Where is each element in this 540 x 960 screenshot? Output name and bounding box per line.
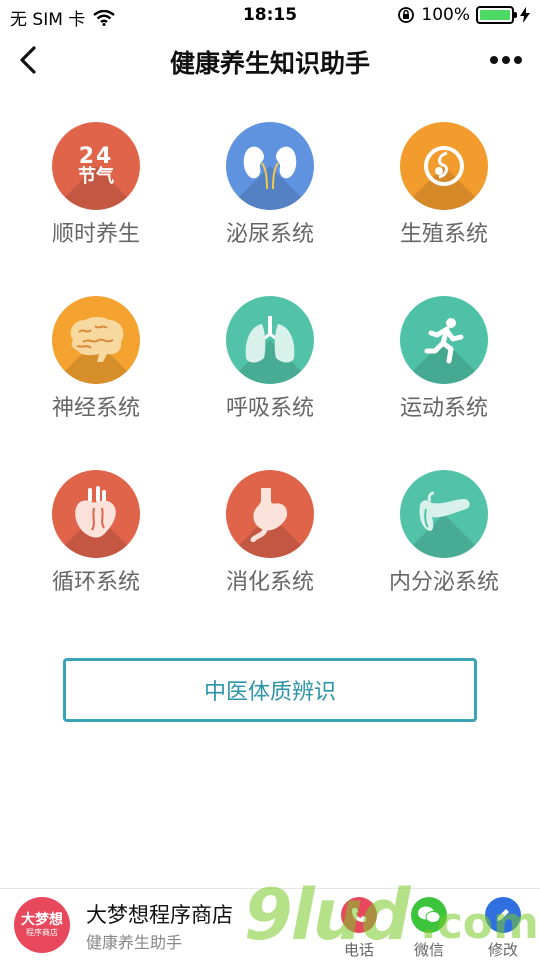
page-title: 健康养生知识助手 — [169, 49, 370, 78]
category-digestive[interactable]: 消化系统 — [180, 460, 360, 620]
pancreas-icon — [419, 491, 470, 531]
kidney-icon — [243, 146, 297, 190]
category-label: 泌尿系统 — [225, 222, 314, 247]
category-label: 呼吸系统 — [225, 396, 314, 421]
category-label: 循环系统 — [51, 570, 140, 595]
category-urinary[interactable]: 泌尿系统 — [180, 112, 360, 272]
more-dot — [502, 56, 510, 64]
category-label: 神经系统 — [51, 396, 140, 421]
category-label: 消化系统 — [225, 570, 314, 595]
category-icon-circle — [400, 470, 488, 558]
category-icon-circle — [400, 122, 488, 210]
category-circulatory[interactable]: 循环系统 — [6, 460, 186, 620]
category-motor[interactable]: 运动系统 — [354, 286, 534, 446]
category-icon-circle: 24 节气 — [52, 122, 140, 210]
stomach-icon — [250, 488, 288, 542]
category-reproductive[interactable]: 生殖系统 — [354, 112, 534, 272]
category-label: 运动系统 — [399, 396, 488, 421]
category-seasonal-health[interactable]: 24 节气 顺时养生 — [6, 112, 186, 272]
charging-icon — [520, 7, 530, 23]
reproductive-icon — [424, 146, 464, 186]
watermark-logo: 9lud — [244, 874, 411, 956]
more-menu-button[interactable] — [484, 42, 528, 78]
category-icon-circle — [52, 296, 140, 384]
brain-icon — [70, 317, 124, 362]
category-respiratory[interactable]: 呼吸系统 — [180, 286, 360, 446]
store-logo-subtext: 程序商店 — [26, 927, 58, 937]
store-logo: 大梦想 程序商店 — [14, 897, 70, 953]
heart-icon — [75, 486, 116, 538]
nav-bar: 健康养生知识助手 — [0, 32, 540, 90]
category-icon-circle — [226, 296, 314, 384]
category-icon-circle — [400, 296, 488, 384]
watermark-suffix: .com — [420, 898, 539, 949]
orientation-lock-icon — [398, 7, 415, 23]
24-solar-terms-icon: 24 节气 — [78, 144, 114, 188]
category-icon-circle — [226, 122, 314, 210]
more-dot — [490, 56, 498, 64]
category-icon-circle — [226, 470, 314, 558]
tcm-constitution-button[interactable]: 中医体质辨识 — [63, 658, 477, 722]
status-bar: 无 SIM 卡 18:15 100% — [0, 0, 540, 32]
running-person-icon — [424, 318, 464, 364]
battery-icon — [476, 6, 517, 24]
category-icon-circle — [52, 470, 140, 558]
lungs-icon — [245, 316, 295, 363]
category-label: 生殖系统 — [399, 222, 488, 247]
more-dot — [514, 56, 522, 64]
category-nervous[interactable]: 神经系统 — [6, 286, 186, 446]
status-right: 100% — [397, 5, 530, 25]
category-label: 内分泌系统 — [388, 570, 499, 595]
store-subtitle: 健康养生助手 — [86, 933, 183, 952]
store-logo-text: 大梦想 — [21, 911, 63, 928]
store-name: 大梦想程序商店 — [86, 903, 233, 927]
battery-percent: 100% — [421, 5, 470, 25]
category-label: 顺时养生 — [51, 222, 140, 247]
category-endocrine[interactable]: 内分泌系统 — [354, 460, 534, 620]
